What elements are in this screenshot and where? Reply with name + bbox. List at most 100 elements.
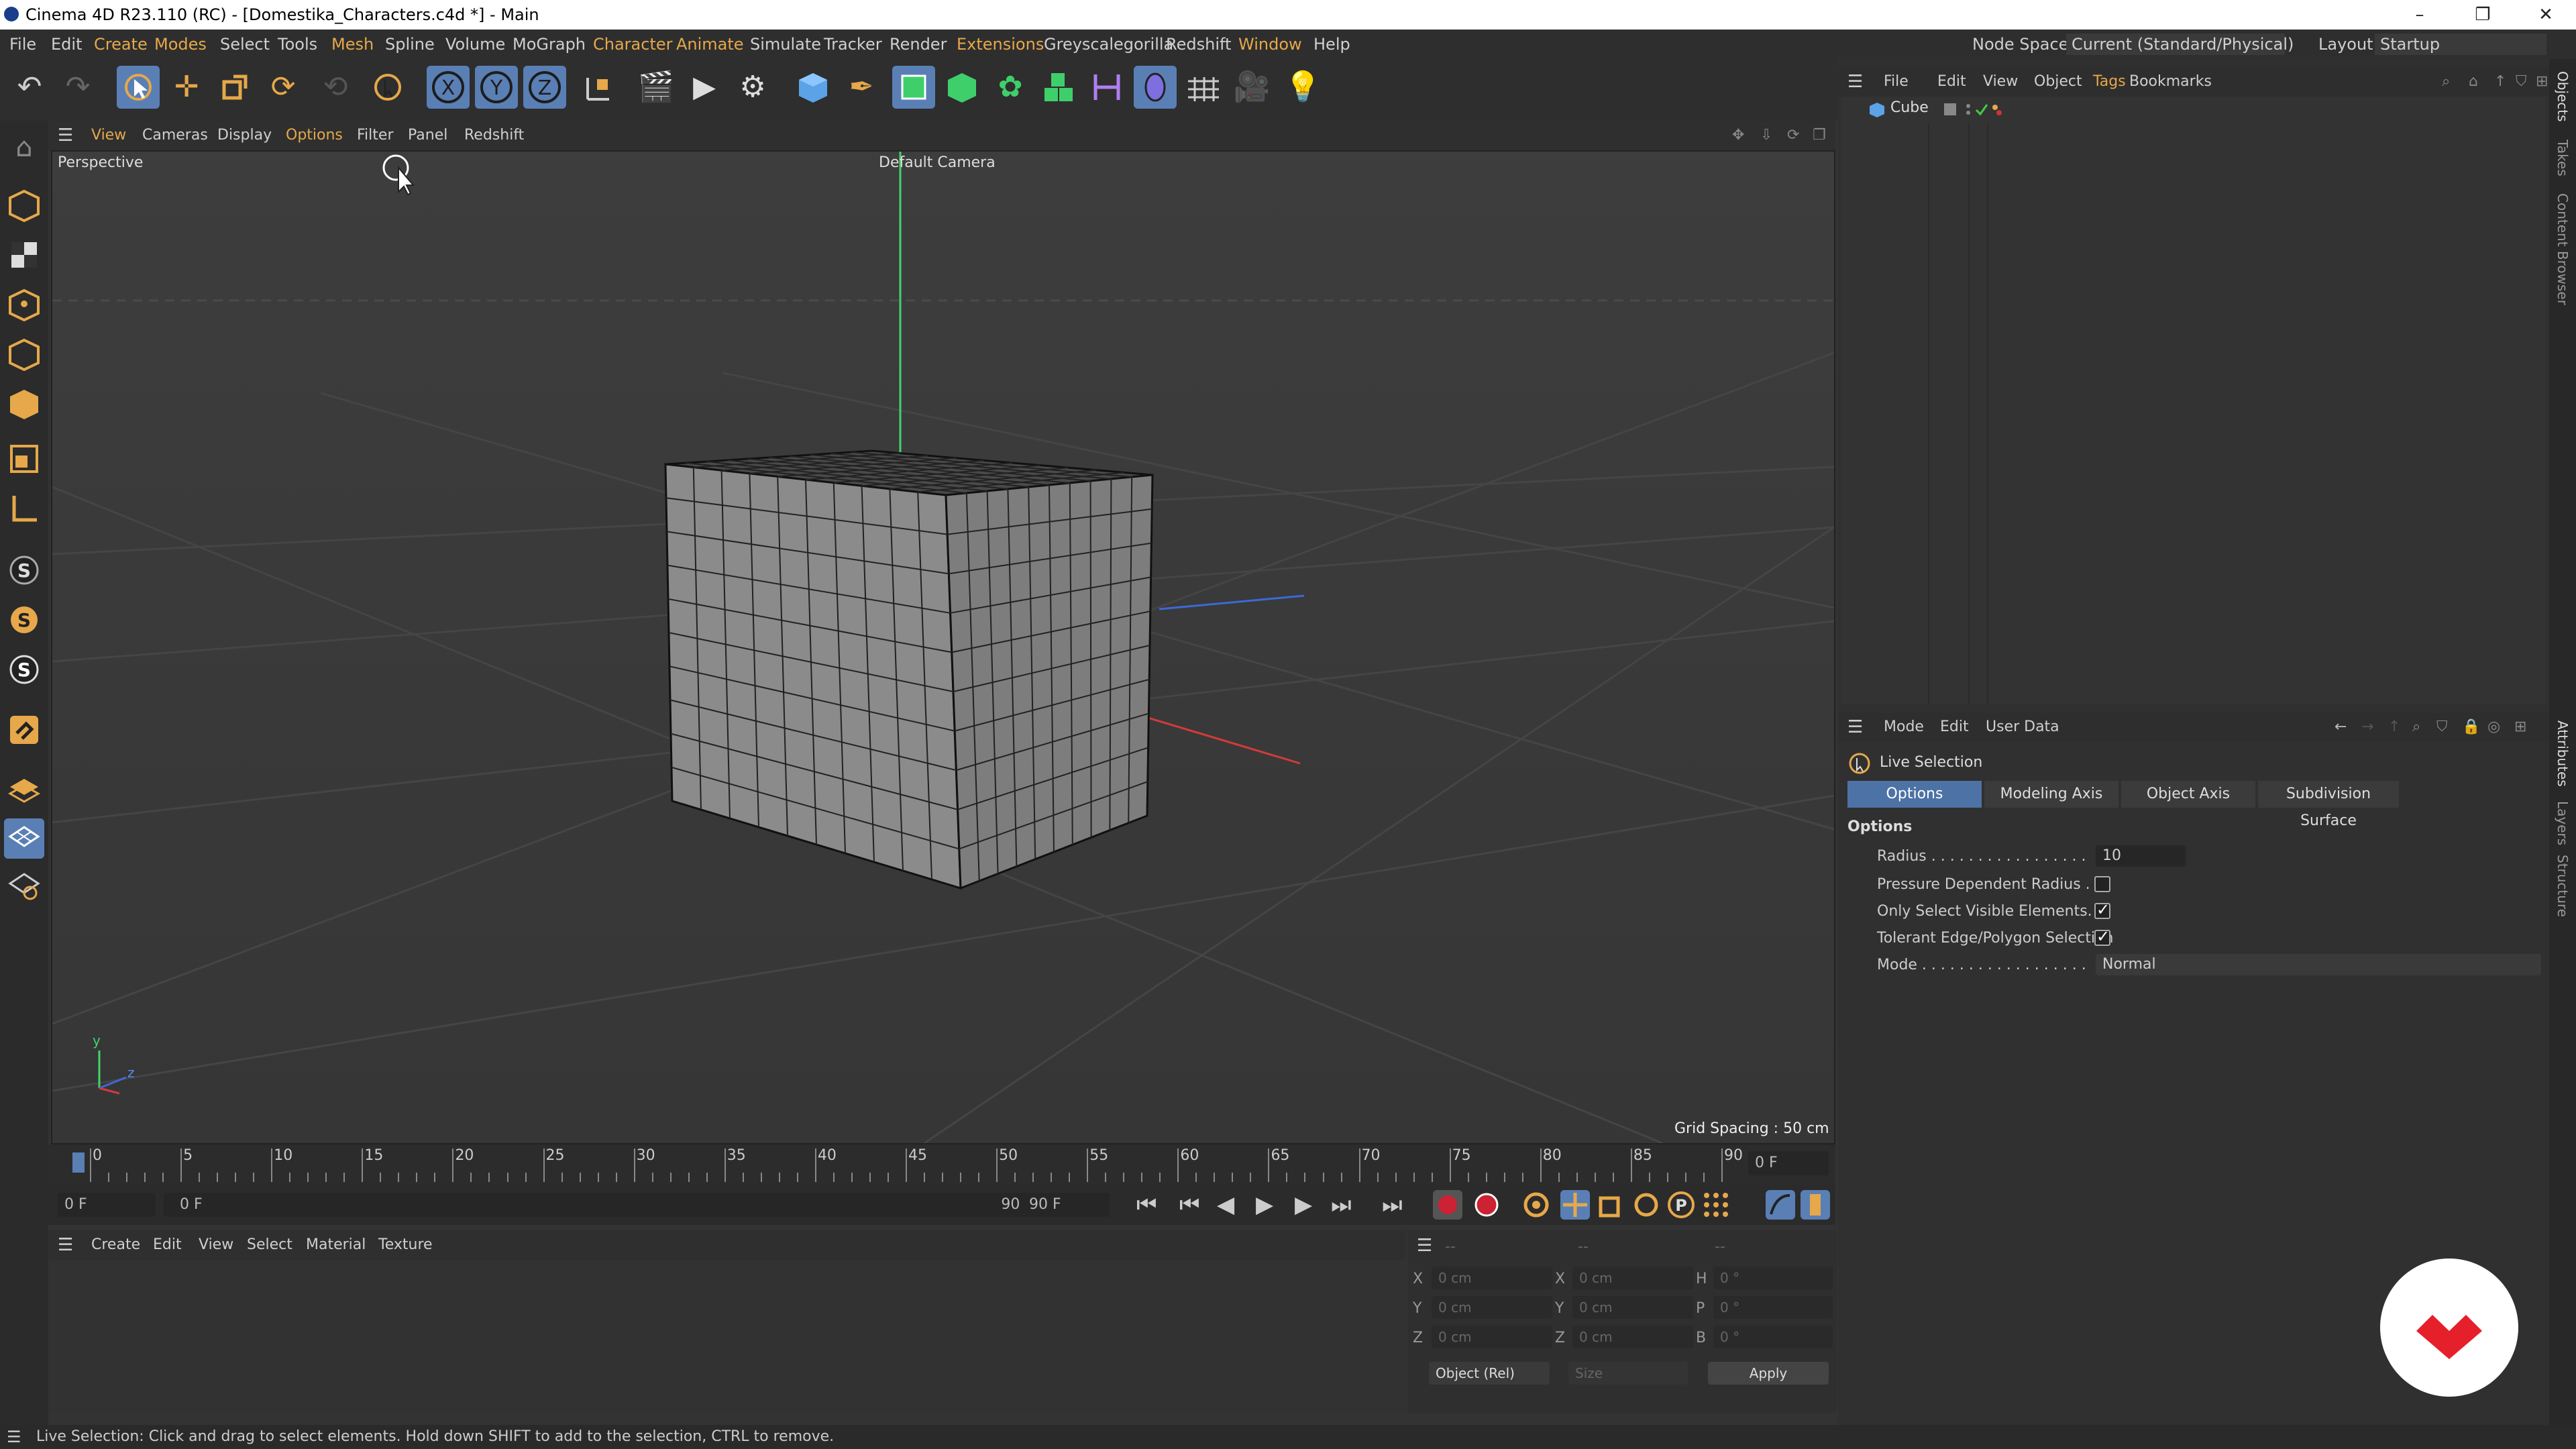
attribute-menu-mode[interactable]: Mode (1884, 712, 1924, 742)
key-parameter-icon[interactable]: P (1666, 1190, 1696, 1220)
start-frame-field[interactable]: 0 F (58, 1193, 156, 1217)
pos-y-field[interactable]: 0 cm (1432, 1296, 1552, 1319)
object-new-window-icon[interactable]: ⊞ (2536, 67, 2548, 97)
rot-h-field[interactable]: 0 ° (1713, 1267, 1833, 1289)
menu-tracker[interactable]: Tracker (824, 30, 882, 59)
menu-character[interactable]: Character (593, 30, 673, 59)
timeline-window-icon[interactable] (1766, 1190, 1795, 1220)
pressure-radius-checkbox[interactable] (2094, 876, 2110, 892)
size-mode-dropdown[interactable]: Size (1568, 1362, 1688, 1385)
viewport-menu-panel[interactable]: Panel (408, 121, 447, 150)
redo-button[interactable]: ↷ (56, 66, 99, 109)
viewport-menu-filter[interactable]: Filter (357, 121, 393, 150)
attribute-hamburger-icon[interactable]: ☰ (1847, 712, 1863, 742)
render-picture-viewer-button[interactable]: ▶ (683, 66, 726, 109)
attribute-search-icon[interactable]: ⌕ (2412, 712, 2420, 742)
autokey-icon[interactable] (1472, 1190, 1501, 1220)
texture-mode-button[interactable] (4, 235, 44, 275)
subdivision-surface-button[interactable] (892, 66, 935, 109)
object-menu-view[interactable]: View (1983, 67, 2018, 97)
render-view-button[interactable]: 🎬 (635, 66, 678, 109)
apply-button[interactable]: Apply (1708, 1362, 1829, 1385)
play-icon[interactable]: ▶ (1256, 1191, 1273, 1218)
object-menu-file[interactable]: File (1884, 67, 1909, 97)
attribute-filter-icon[interactable]: ⛉ (2436, 712, 2448, 742)
status-menu-icon[interactable]: ☰ (7, 1425, 21, 1449)
menu-redshift[interactable]: Redshift (1166, 30, 1231, 59)
material-hamburger-icon[interactable]: ☰ (58, 1230, 73, 1260)
viewport-menu-options[interactable]: Options (286, 121, 343, 150)
viewport-zoom-icon[interactable]: ⇩ (1760, 121, 1772, 150)
attribute-menu-edit[interactable]: Edit (1940, 712, 1969, 742)
size-y-field[interactable]: 0 cm (1572, 1296, 1693, 1319)
object-row-cube[interactable]: Cube (1841, 97, 2546, 123)
menu-file[interactable]: File (9, 30, 36, 59)
menu-spline[interactable]: Spline (385, 30, 435, 59)
model-mode-button[interactable] (4, 185, 44, 225)
floor-button[interactable] (1182, 66, 1225, 109)
menu-greyscalegorilla[interactable]: Greyscalegorilla (1044, 30, 1173, 59)
deformer-button[interactable] (1085, 66, 1128, 109)
menu-select[interactable]: Select (220, 30, 270, 59)
rot-p-field[interactable]: 0 ° (1713, 1296, 1833, 1319)
menu-help[interactable]: Help (1313, 30, 1350, 59)
make-editable-button[interactable]: ⌂ (4, 127, 44, 168)
cube-object-flags-icon[interactable] (1941, 102, 2003, 118)
go-to-end-icon[interactable]: ⏭ (1382, 1191, 1403, 1218)
recent-tool-button[interactable]: ⟲ (314, 66, 357, 109)
tolerant-selection-checkbox[interactable] (2094, 927, 2110, 946)
key-point-level-icon[interactable] (1701, 1190, 1731, 1220)
point-mode-button[interactable] (4, 284, 44, 325)
sidetab-structure[interactable]: Structure (2555, 855, 2571, 917)
object-up-icon[interactable]: ↑ (2494, 67, 2506, 97)
coordinate-mode-dropdown[interactable]: Object (Rel) (1429, 1362, 1550, 1385)
viewport-hamburger-icon[interactable]: ☰ (58, 126, 73, 145)
perspective-viewport[interactable]: y z Perspective Default Camera Grid Spac… (51, 150, 1835, 1144)
tab-modeling-axis[interactable]: Modeling Axis (1984, 781, 2118, 808)
menu-mesh[interactable]: Mesh (331, 30, 374, 59)
mograph-cloner-button[interactable]: ✿ (989, 66, 1032, 109)
attribute-new-window-icon[interactable]: ⊞ (2514, 712, 2526, 742)
viewport-menu-display[interactable]: Display (217, 121, 272, 150)
size-z-field[interactable]: 0 cm (1572, 1326, 1693, 1348)
attribute-up-icon[interactable]: ↑ (2388, 712, 2400, 742)
workplane-grid-button[interactable] (4, 818, 44, 859)
attribute-menu-user-data[interactable]: User Data (1986, 712, 2059, 742)
sidetab-layers[interactable]: Layers (2555, 801, 2571, 845)
previous-key-icon[interactable]: ⏮ (1179, 1191, 1200, 1218)
tab-subdivision-surface[interactable]: Subdivision Surface (2258, 781, 2399, 829)
next-key-icon[interactable]: ⏭ (1331, 1191, 1352, 1218)
menu-create[interactable]: Create (94, 30, 148, 59)
snap-button[interactable]: S (4, 550, 44, 590)
menu-simulate[interactable]: Simulate (750, 30, 821, 59)
menu-modes[interactable]: Modes (154, 30, 207, 59)
workplane-button[interactable] (4, 769, 44, 809)
object-search-icon[interactable]: ⌕ (2442, 67, 2450, 97)
tab-options[interactable]: Options (1847, 781, 1982, 808)
restore-button[interactable]: ❐ (2459, 0, 2506, 30)
attribute-target-icon[interactable]: ◎ (2487, 712, 2500, 742)
material-menu-material[interactable]: Material (306, 1230, 366, 1260)
viewport-move-icon[interactable]: ✥ (1732, 121, 1744, 150)
next-frame-icon[interactable]: ▶ (1295, 1191, 1312, 1218)
mode-dropdown[interactable]: Normal (2096, 954, 2541, 975)
uv-mode-button[interactable] (4, 439, 44, 479)
render-settings-button[interactable]: ⚙ (731, 66, 774, 109)
object-menu-bookmarks[interactable]: Bookmarks (2129, 67, 2212, 97)
material-menu-view[interactable]: View (199, 1230, 233, 1260)
mograph-array-button[interactable] (1037, 66, 1080, 109)
edge-mode-button[interactable] (4, 334, 44, 374)
menu-extensions[interactable]: Extensions (957, 30, 1044, 59)
key-position-icon[interactable] (1560, 1190, 1590, 1220)
pos-x-field[interactable]: 0 cm (1432, 1267, 1552, 1289)
locked-workplane-button[interactable] (4, 865, 44, 906)
menu-tools[interactable]: Tools (278, 30, 317, 59)
viewport-camera-label[interactable]: Default Camera (879, 154, 996, 171)
frame-range-slider[interactable]: 0 F 90 F (164, 1193, 1049, 1217)
visible-elements-checkbox[interactable] (2094, 900, 2110, 919)
menu-render[interactable]: Render (890, 30, 947, 59)
light-button[interactable]: 💡 (1281, 66, 1324, 109)
viewport-rotate-icon[interactable]: ⟳ (1787, 121, 1799, 150)
node-space-dropdown[interactable]: Current (Standard/Physical) (2066, 34, 2294, 55)
key-scale-icon[interactable] (1597, 1190, 1626, 1220)
